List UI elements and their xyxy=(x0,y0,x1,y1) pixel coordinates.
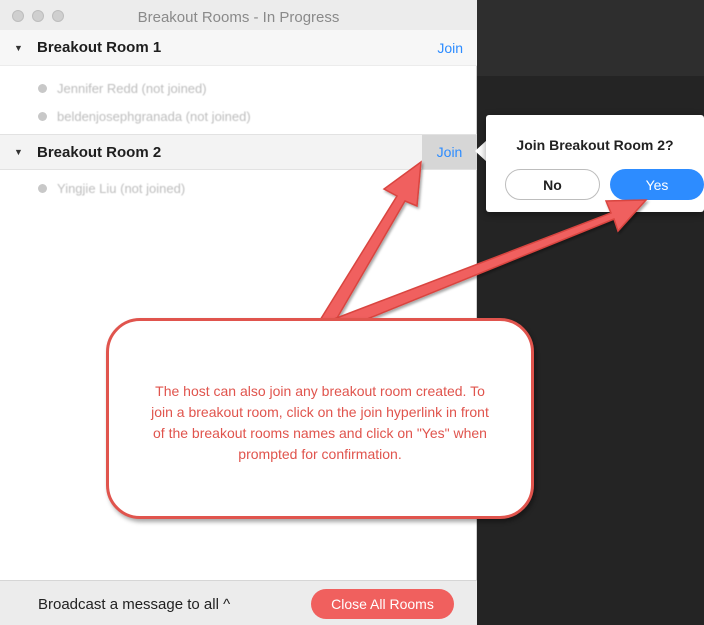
video-background-top xyxy=(477,0,704,76)
callout-text: The host can also join any breakout room… xyxy=(151,382,489,462)
join-room-2-highlight[interactable]: Join xyxy=(422,135,477,169)
title-bar[interactable]: Breakout Rooms - In Progress xyxy=(0,0,477,33)
join-room-2-link[interactable]: Join xyxy=(437,144,463,160)
collapse-caret-icon[interactable]: ▼ xyxy=(14,147,23,157)
close-all-rooms-button[interactable]: Close All Rooms xyxy=(311,589,454,619)
list-item: Jennifer Redd (not joined) xyxy=(0,76,477,100)
breakout-rooms-window: Breakout Rooms - In Progress ▼ Breakout … xyxy=(0,0,477,625)
member-name: Yingjie Liu (not joined) xyxy=(57,180,186,196)
annotation-callout: The host can also join any breakout room… xyxy=(106,318,534,519)
yes-button[interactable]: Yes xyxy=(610,169,704,200)
list-item: Yingjie Liu (not joined) xyxy=(0,176,477,200)
video-background xyxy=(477,0,704,625)
window-title: Breakout Rooms - In Progress xyxy=(137,9,340,26)
no-button[interactable]: No xyxy=(505,169,600,200)
popup-title: Join Breakout Room 2? xyxy=(516,137,674,153)
member-name: beldenjosephgranada (not joined) xyxy=(57,108,251,124)
broadcast-button[interactable]: Broadcast a message to all ^ xyxy=(38,596,230,613)
member-name: Jennifer Redd (not joined) xyxy=(57,80,207,96)
footer-bar: Broadcast a message to all ^ Close All R… xyxy=(0,580,477,625)
room-name: Breakout Room 1 xyxy=(37,39,162,56)
room-header-2[interactable]: ▼ Breakout Room 2 Join xyxy=(0,134,477,170)
list-item: beldenjosephgranada (not joined) xyxy=(0,104,477,128)
collapse-caret-icon[interactable]: ▼ xyxy=(14,43,23,53)
room-name: Breakout Room 2 xyxy=(37,143,162,161)
join-room-1-link[interactable]: Join xyxy=(437,40,463,56)
status-dot-icon xyxy=(38,83,47,93)
room-header-1[interactable]: ▼ Breakout Room 1 Join xyxy=(0,30,477,66)
status-dot-icon xyxy=(38,111,47,121)
status-dot-icon xyxy=(38,183,47,193)
join-confirm-popup: Join Breakout Room 2? No Yes xyxy=(486,115,704,212)
